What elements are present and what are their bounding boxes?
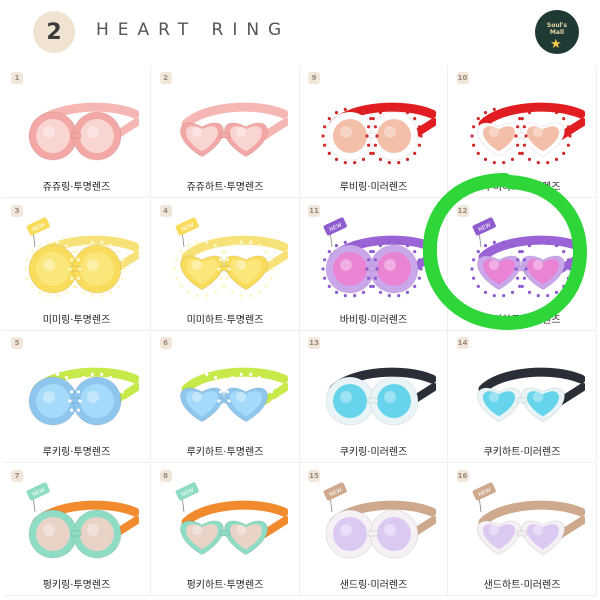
product-label: 쥬쥬하트·투명렌즈 xyxy=(186,182,264,193)
goggles-image[interactable] xyxy=(461,349,587,439)
product-number-badge: 8 xyxy=(159,469,172,482)
product-label: 바비하트·미러렌즈 xyxy=(483,314,561,326)
goggles-image[interactable]: NEW xyxy=(15,216,141,307)
product-number-badge: 2 xyxy=(159,72,172,84)
goggles-image[interactable]: NEW xyxy=(461,216,587,307)
goggles-image[interactable]: NEW xyxy=(15,481,141,572)
product-label: 펑키하트·투명렌즈 xyxy=(186,579,264,591)
product-number-badge: 13 xyxy=(308,337,320,349)
brand-logo: Soul's Mall ★ xyxy=(535,10,579,54)
product-card-16[interactable]: 16 NEW 샌드하트·미러렌즈 xyxy=(448,463,597,596)
product-label: 미미링·투명렌즈 xyxy=(42,314,111,326)
product-card-14[interactable]: 14 쿠키하트·미러렌즈 xyxy=(448,331,597,463)
goggles-image[interactable] xyxy=(15,349,141,439)
product-card-8[interactable]: 8 NEW 펑키하트·투명렌즈 xyxy=(151,463,300,596)
page-title: HEART RING xyxy=(96,20,291,40)
product-card-10[interactable]: 10 루비하트·미러렌즈 xyxy=(448,66,597,198)
product-label: 루비링·미러렌즈 xyxy=(339,182,408,193)
goggles-image[interactable]: NEW xyxy=(164,481,290,572)
goggles-image[interactable]: NEW xyxy=(312,481,438,572)
product-label: 샌드하트·미러렌즈 xyxy=(483,579,561,591)
product-card-7[interactable]: 7 NEW 펑키링·투명렌즈 xyxy=(3,463,151,596)
product-label: 루키링·투명렌즈 xyxy=(42,447,111,458)
product-label: 펑키링·투명렌즈 xyxy=(42,579,111,591)
product-card-9[interactable]: 9 루비링·미러렌즈 xyxy=(300,66,448,198)
goggles-image[interactable] xyxy=(15,84,141,174)
product-number-badge: 12 xyxy=(456,204,469,217)
goggles-image[interactable] xyxy=(164,84,290,174)
goggles-image[interactable] xyxy=(312,84,438,174)
product-number-badge: 6 xyxy=(159,337,172,349)
product-card-1[interactable]: 1 쥬쥬링·투명렌즈 xyxy=(3,66,151,198)
product-number-badge: 1 xyxy=(11,72,23,84)
product-card-15[interactable]: 15 NEW 샌드링·미러렌즈 xyxy=(300,463,448,596)
product-label: 쿠키링·미러렌즈 xyxy=(339,447,408,458)
product-label: 미미하트·투명렌즈 xyxy=(186,314,264,326)
product-number-badge: 10 xyxy=(456,72,469,84)
logo-line-2: Mall xyxy=(549,29,565,36)
logo-line-1: Soul's xyxy=(546,22,568,29)
product-number-badge: 7 xyxy=(11,469,23,482)
section-number-badge: 2 xyxy=(33,11,75,53)
product-card-11[interactable]: 11 NEW 바비링·미러렌즈 xyxy=(300,198,448,331)
product-label: 바비링·미러렌즈 xyxy=(339,314,408,326)
product-label: 루키하트·투명렌즈 xyxy=(186,447,264,458)
product-number-badge: 14 xyxy=(456,337,469,349)
goggles-image[interactable] xyxy=(461,84,587,174)
product-label: 루비하트·미러렌즈 xyxy=(483,182,561,193)
product-card-6[interactable]: 6 루키하트·투명렌즈 xyxy=(151,331,300,463)
product-grid: 1 쥬쥬링·투명렌즈 2 쥬쥬하트·투명렌즈 9 루비링·미러렌즈 10 루비하… xyxy=(3,66,597,597)
goggles-image[interactable]: NEW xyxy=(461,481,587,572)
goggles-image[interactable] xyxy=(164,349,290,439)
product-number-badge: 9 xyxy=(308,72,320,84)
product-card-12[interactable]: 12 NEW 바비하트·미러렌즈 xyxy=(448,198,597,331)
product-number-badge: 5 xyxy=(11,337,23,349)
product-number-badge: 11 xyxy=(308,204,320,217)
product-number-badge: 4 xyxy=(159,204,172,217)
product-number-badge: 3 xyxy=(11,204,23,217)
product-card-2[interactable]: 2 쥬쥬하트·투명렌즈 xyxy=(151,66,300,198)
goggles-image[interactable]: NEW xyxy=(164,216,290,307)
product-card-4[interactable]: 4 NEW 미미하트·투명렌즈 xyxy=(151,198,300,331)
product-card-13[interactable]: 13 쿠키링·미러렌즈 xyxy=(300,331,448,463)
product-card-3[interactable]: 3 NEW 미미링·투명렌즈 xyxy=(3,198,151,331)
goggles-image[interactable] xyxy=(312,349,438,439)
product-number-badge: 16 xyxy=(456,469,469,482)
product-label: 쥬쥬링·투명렌즈 xyxy=(42,182,111,193)
product-label: 쿠키하트·미러렌즈 xyxy=(483,447,561,458)
product-card-5[interactable]: 5 루키링·투명렌즈 xyxy=(3,331,151,463)
product-number-badge: 15 xyxy=(308,469,320,482)
header: 2 HEART RING Soul's Mall ★ xyxy=(0,0,600,64)
star-icon: ★ xyxy=(550,37,562,52)
product-label: 샌드링·미러렌즈 xyxy=(339,579,408,591)
goggles-image[interactable]: NEW xyxy=(312,216,438,307)
